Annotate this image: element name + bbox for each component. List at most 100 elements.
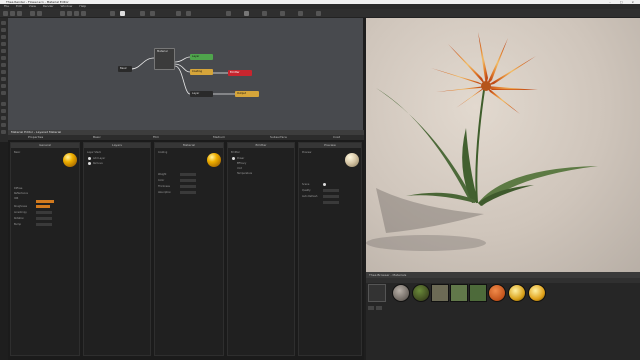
checkbox-icon[interactable] xyxy=(323,183,326,186)
column-material: Material Coating Weight Color Thickness … xyxy=(154,142,224,356)
menu-window[interactable]: Window xyxy=(61,4,73,8)
menu-edit[interactable]: Edit xyxy=(16,4,22,8)
value-field[interactable] xyxy=(323,189,339,192)
node-yellow-2[interactable]: Output xyxy=(235,91,259,97)
radio-icon[interactable] xyxy=(88,157,91,160)
lock-icon[interactable] xyxy=(1,130,6,134)
box-icon[interactable] xyxy=(1,49,6,53)
color-field[interactable] xyxy=(36,200,54,203)
node-mixer[interactable]: Material xyxy=(154,48,175,70)
column-title: Preview xyxy=(299,143,361,148)
tree-icon[interactable] xyxy=(1,116,6,120)
rotate-icon[interactable] xyxy=(74,11,79,16)
material-icon[interactable] xyxy=(176,11,181,16)
value-field[interactable] xyxy=(180,185,196,188)
light-tool-icon[interactable] xyxy=(1,70,6,74)
picker-icon[interactable] xyxy=(1,91,6,95)
move-icon[interactable] xyxy=(67,11,72,16)
undo-icon[interactable] xyxy=(30,11,35,16)
node-graph[interactable]: Basic Material Layer Coating Emitter Lay… xyxy=(8,18,363,130)
browser-folder-icon[interactable] xyxy=(368,284,386,302)
sphere-icon[interactable] xyxy=(1,56,6,60)
open-icon[interactable] xyxy=(10,11,15,16)
tab-medium[interactable]: Medium xyxy=(213,135,225,140)
value-field[interactable] xyxy=(323,201,339,204)
material-preview-ball[interactable] xyxy=(63,153,77,167)
swatch-leaf[interactable] xyxy=(412,284,430,302)
menu-render[interactable]: Render xyxy=(43,4,54,8)
camera-tool-icon[interactable] xyxy=(1,77,6,81)
material-preview-ball[interactable] xyxy=(207,153,221,167)
node-yellow-1[interactable]: Coating xyxy=(190,69,213,75)
node-green[interactable]: Layer xyxy=(190,54,213,60)
tab-basic[interactable]: Basic xyxy=(93,135,101,140)
render-viewport[interactable] xyxy=(366,18,640,272)
brush-icon[interactable] xyxy=(1,84,6,88)
play-icon[interactable] xyxy=(226,11,231,16)
value-field[interactable] xyxy=(36,211,52,214)
browser-grid-icon[interactable] xyxy=(368,306,374,310)
stop-icon[interactable] xyxy=(244,11,249,16)
row-label: Thickness xyxy=(158,185,170,188)
value-field[interactable] xyxy=(180,191,196,194)
zoom-tool-icon[interactable] xyxy=(1,42,6,46)
grid-icon[interactable] xyxy=(150,11,155,16)
layers-icon[interactable] xyxy=(1,102,6,106)
save-icon[interactable] xyxy=(17,11,22,16)
list-icon[interactable] xyxy=(1,109,6,113)
plane-icon[interactable] xyxy=(1,63,6,67)
column-emitter: Emitter Emitter Power Efficacy Unit Temp… xyxy=(227,142,295,356)
value-field[interactable] xyxy=(36,217,52,220)
menu-view[interactable]: View xyxy=(29,4,36,8)
swatch-orange[interactable] xyxy=(488,284,506,302)
zoom-icon[interactable] xyxy=(262,11,267,16)
render-icon[interactable] xyxy=(120,11,125,16)
node-source[interactable]: Basic xyxy=(118,66,132,72)
column-preview: Preview Preview Scene Quality Auto Refre… xyxy=(298,142,362,356)
value-field[interactable] xyxy=(180,179,196,182)
light-icon[interactable] xyxy=(140,11,145,16)
row-label: Roughness xyxy=(14,205,28,208)
tab-coat[interactable]: Coat xyxy=(333,135,340,140)
menu-help[interactable]: Help xyxy=(79,4,86,8)
select-icon[interactable] xyxy=(60,11,65,16)
pan-icon[interactable] xyxy=(1,28,6,32)
tab-film[interactable]: Film xyxy=(153,135,159,140)
value-field[interactable] xyxy=(36,223,52,226)
tab-subsurface[interactable]: Subsurface xyxy=(270,135,287,140)
pointer-icon[interactable] xyxy=(1,21,6,25)
node-red[interactable]: Emitter xyxy=(228,70,252,76)
node-label: Coating xyxy=(192,70,203,73)
swatch-yellow[interactable] xyxy=(528,284,546,302)
node-dark[interactable]: Layer xyxy=(190,91,213,97)
value-field[interactable] xyxy=(180,173,196,176)
settings-icon[interactable] xyxy=(298,11,303,16)
camera-icon[interactable] xyxy=(110,11,115,16)
frame-icon[interactable] xyxy=(280,11,285,16)
browser-tabs[interactable] xyxy=(366,278,640,283)
swatch-moss[interactable] xyxy=(469,284,487,302)
scale-icon[interactable] xyxy=(81,11,86,16)
new-icon[interactable] xyxy=(3,11,8,16)
material-preview-ball[interactable] xyxy=(345,153,359,167)
swatch-grass[interactable] xyxy=(450,284,468,302)
menu-file[interactable]: File xyxy=(4,4,9,8)
swatch-gold[interactable] xyxy=(508,284,526,302)
orbit-icon[interactable] xyxy=(1,35,6,39)
column-name: Emitter xyxy=(231,151,240,154)
value-field[interactable] xyxy=(323,195,339,198)
swatch-bark[interactable] xyxy=(431,284,449,302)
radio-icon[interactable] xyxy=(88,162,91,165)
slider-field[interactable] xyxy=(36,205,50,208)
redo-icon[interactable] xyxy=(37,11,42,16)
radio-icon[interactable] xyxy=(232,157,235,160)
swatch-stone[interactable] xyxy=(392,284,410,302)
texture-icon[interactable] xyxy=(186,11,191,16)
browser-list-icon[interactable] xyxy=(376,306,382,310)
tab-properties[interactable]: Properties xyxy=(28,135,43,140)
eye-icon[interactable] xyxy=(1,123,6,127)
left-tool-strip xyxy=(0,18,8,142)
layout-icon[interactable] xyxy=(316,11,321,16)
main-toolbar xyxy=(0,9,640,18)
row-label: Bump xyxy=(14,223,22,226)
